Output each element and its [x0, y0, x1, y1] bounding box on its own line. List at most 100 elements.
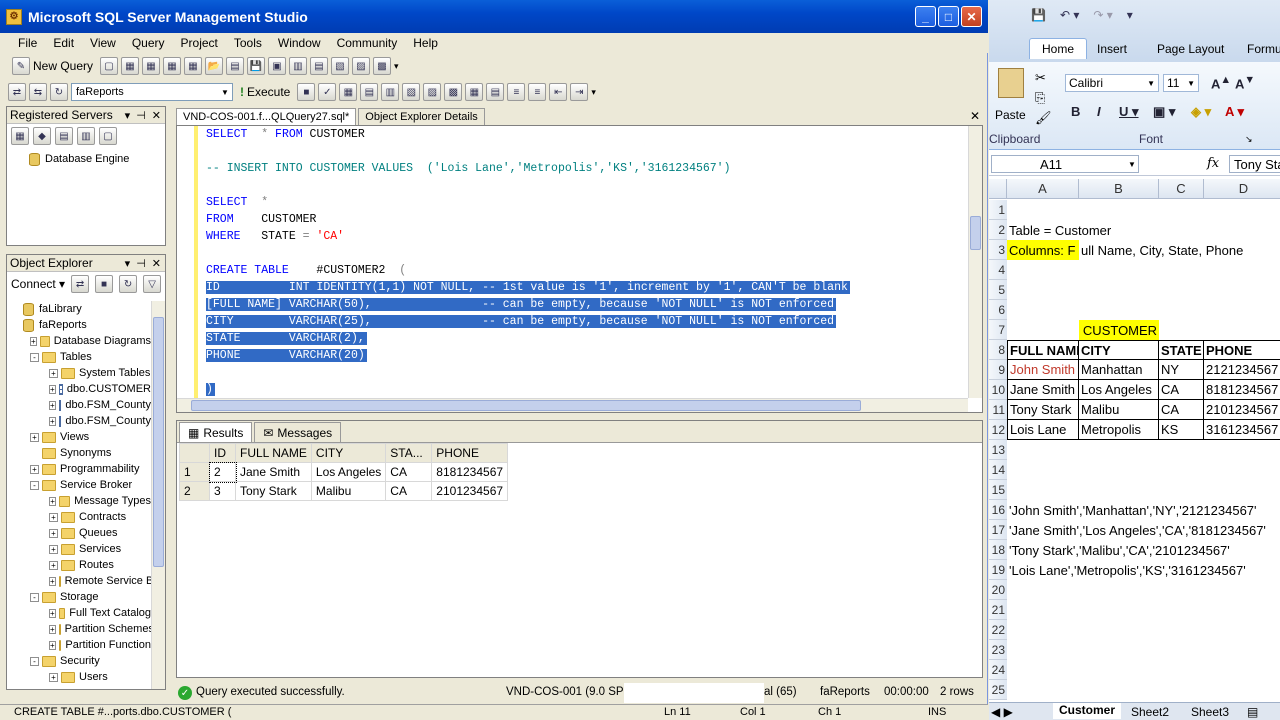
tree-item[interactable]: + Views — [11, 429, 151, 445]
font-name-select[interactable]: Calibri ▼ — [1065, 74, 1159, 92]
tree-item[interactable]: + dbo.FSM_County — [11, 397, 151, 413]
collapse-icon[interactable]: - — [30, 656, 39, 666]
tree-item[interactable]: + Services — [11, 541, 151, 557]
sheet-tab-customer[interactable]: Customer — [1053, 703, 1122, 719]
menu-tools[interactable]: Tools — [226, 36, 270, 50]
row-header[interactable]: 1 — [989, 200, 1007, 220]
cell-text[interactable]: 'Jane Smith','Los Angeles','CA','8181234… — [1007, 520, 1266, 540]
tree-item[interactable]: faLibrary — [11, 301, 151, 317]
menu-file[interactable]: File — [10, 36, 45, 50]
table-row[interactable]: 2 3 Tony Stark Malibu CA 2101234567 — [179, 481, 509, 501]
expand-icon[interactable]: + — [49, 544, 58, 554]
tree-item[interactable]: + Partition Function — [11, 637, 151, 653]
grid-cell[interactable]: 2 — [208, 461, 237, 483]
tab-object-explorer-details[interactable]: Object Explorer Details — [358, 108, 485, 125]
menu-project[interactable]: Project — [173, 36, 226, 50]
row-header[interactable]: 20 — [989, 580, 1007, 600]
column-header-a[interactable]: A — [1007, 179, 1079, 199]
row-header[interactable]: 12 — [989, 420, 1007, 440]
row-header[interactable]: 2 — [989, 220, 1007, 240]
toolbox-icon[interactable]: ▩ — [373, 57, 392, 75]
stop-icon[interactable]: ■ — [297, 83, 316, 101]
row-header[interactable]: 11 — [989, 400, 1007, 420]
expand-icon[interactable]: + — [49, 384, 56, 394]
table-cell[interactable]: Malibu — [1079, 400, 1159, 420]
sheet-tab-sheet3[interactable]: Sheet3 — [1191, 705, 1229, 719]
highlighted-cell[interactable]: Columns: F — [1007, 240, 1079, 260]
table-cell[interactable]: John Smith — [1007, 360, 1079, 380]
expand-icon[interactable]: + — [49, 512, 58, 522]
code-area[interactable]: SELECT * FROM CUSTOMER -- INSERT INTO CUS… — [206, 126, 850, 398]
tree-item[interactable]: + dbo.CUSTOMER — [11, 381, 151, 397]
cell-text[interactable]: 'Tony Stark','Malibu','CA','2101234567' — [1007, 540, 1230, 560]
connect-icon[interactable]: ⇄ — [8, 83, 26, 101]
customize-qat-icon[interactable]: ▾ — [1127, 8, 1133, 22]
expand-icon[interactable]: + — [49, 416, 56, 426]
integration-services-icon[interactable]: ▥ — [77, 127, 95, 145]
row-header[interactable]: 10 — [989, 380, 1007, 400]
editor-hscrollbar[interactable] — [177, 398, 968, 412]
tab-query27[interactable]: VND-COS-001.f...QLQuery27.sql* — [176, 108, 357, 125]
change-connection-icon[interactable]: ↻ — [50, 83, 68, 101]
font-color-icon[interactable]: A ▾ — [1225, 104, 1244, 120]
dropdown-icon[interactable]: ▾ — [125, 109, 131, 122]
grid-cell[interactable]: Malibu — [310, 481, 387, 501]
tree-item[interactable]: + Remote Service B — [11, 573, 151, 589]
close-button[interactable]: ✕ — [961, 6, 982, 27]
collapse-icon[interactable]: - — [30, 352, 39, 362]
tree-item[interactable]: + dbo.FSM_County — [11, 413, 151, 429]
expand-icon[interactable]: + — [49, 576, 56, 586]
sheet-nav-icon[interactable]: ◀ ▶ — [991, 705, 1013, 719]
expand-icon[interactable]: + — [49, 608, 56, 618]
name-box[interactable]: A11 ▼ — [991, 155, 1139, 173]
column-header[interactable] — [179, 443, 210, 463]
expand-icon[interactable]: + — [49, 528, 58, 538]
new-file-icon[interactable]: ▢ — [100, 57, 119, 75]
results-grid[interactable]: ID FULL NAME CITY STA... PHONE 1 2 Jane Smith Lo… — [179, 443, 509, 501]
expand-icon[interactable]: + — [30, 432, 39, 442]
select-all-corner[interactable] — [989, 179, 1007, 199]
tree-item[interactable]: + Users — [11, 669, 151, 685]
menu-query[interactable]: Query — [124, 36, 173, 50]
formula-input[interactable]: Tony Stark — [1229, 155, 1280, 173]
parse-icon[interactable]: ✓ — [318, 83, 337, 101]
tree-item-database-engine[interactable]: Database Engine — [29, 151, 129, 167]
row-header[interactable]: 23 — [989, 640, 1007, 660]
refresh-icon[interactable]: ↻ — [119, 275, 138, 293]
row-header[interactable]: 24 — [989, 660, 1007, 680]
table-cell[interactable]: 8181234567 — [1204, 380, 1280, 400]
font-size-select[interactable]: 11 ▼ — [1163, 74, 1199, 92]
column-header[interactable]: FULL NAME — [235, 443, 312, 463]
tree-item[interactable]: + System Tables — [11, 365, 151, 381]
save-icon[interactable]: 💾 — [1031, 8, 1046, 22]
menu-help[interactable]: Help — [405, 36, 446, 50]
results-to-grid-icon[interactable]: ▦ — [465, 83, 484, 101]
cell-text[interactable]: 'John Smith','Manhattan','NY','212123456… — [1007, 500, 1257, 520]
tree-item[interactable]: - Storage — [11, 589, 151, 605]
increase-indent-icon[interactable]: ⇥ — [570, 83, 589, 101]
scrollbar-thumb[interactable] — [191, 400, 861, 411]
connect-dropdown[interactable]: Connect ▾ — [11, 277, 65, 291]
tree-item[interactable]: - Service Broker — [11, 477, 151, 493]
paste-button[interactable]: Paste — [995, 68, 1027, 134]
table-header-cell[interactable]: PHONE — [1204, 340, 1280, 360]
tab-results[interactable]: ▦ Results — [179, 422, 253, 442]
display-plan-icon[interactable]: ▦ — [339, 83, 358, 101]
redo-icon[interactable]: ↷ ▾ — [1093, 8, 1112, 22]
tree-item[interactable]: + Partition Schemes — [11, 621, 151, 637]
decrease-indent-icon[interactable]: ⇤ — [549, 83, 568, 101]
uncomment-icon[interactable]: ≡ — [528, 83, 547, 101]
scrollbar-thumb[interactable] — [153, 317, 164, 567]
grid-cell[interactable]: Jane Smith — [235, 462, 312, 482]
table-cell[interactable]: 3161234567 — [1204, 420, 1280, 440]
font-dialog-launcher-icon[interactable]: ↘ — [1245, 134, 1253, 145]
column-header[interactable]: STA... — [385, 443, 433, 463]
pin-icon[interactable]: ⊣ — [136, 257, 146, 270]
open-folder-icon[interactable]: 📂 — [205, 57, 224, 75]
registered-servers-icon[interactable]: ▥ — [289, 57, 308, 75]
reporting-services-icon[interactable]: ▤ — [55, 127, 73, 145]
menu-edit[interactable]: Edit — [45, 36, 82, 50]
sql-editor[interactable]: SELECT * FROM CUSTOMER -- INSERT INTO CUS… — [176, 125, 983, 413]
close-icon[interactable]: ✕ — [152, 257, 161, 270]
mdx-query-icon[interactable]: ▦ — [163, 57, 182, 75]
